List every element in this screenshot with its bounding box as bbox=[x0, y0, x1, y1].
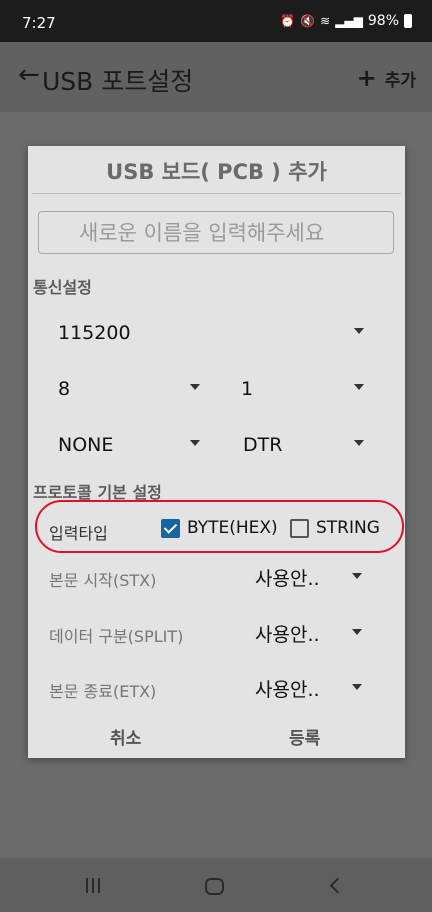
alarm-icon: ⏰ bbox=[280, 14, 296, 28]
dialog-title: USB 보드( PCB ) 추가 bbox=[106, 160, 327, 184]
mute-icon: 🔇 bbox=[300, 14, 316, 28]
add-button[interactable]: + 추가 bbox=[357, 64, 416, 92]
dropdown-arrow-icon bbox=[354, 440, 364, 446]
split-label: 데이터 구분(SPLIT) bbox=[49, 627, 184, 646]
split-spinner[interactable]: 사용안.. bbox=[255, 620, 320, 647]
page-title: USB 포트설정 bbox=[42, 67, 194, 96]
wifi-icon: ≋ bbox=[320, 14, 331, 28]
stx-label: 본문 시작(STX) bbox=[49, 571, 157, 590]
battery-percent: 98% bbox=[367, 13, 399, 29]
arrow-left-icon[interactable]: ← bbox=[18, 60, 40, 90]
parity-value: NONE bbox=[58, 434, 114, 456]
data-bits-spinner[interactable]: 8 bbox=[58, 378, 202, 402]
input-type-label: 입력타입 bbox=[49, 524, 108, 543]
string-label[interactable]: STRING bbox=[316, 518, 380, 538]
status-icons: ⏰ 🔇 ≋ ▂▄▆ 98% bbox=[280, 13, 412, 29]
divider bbox=[32, 193, 401, 194]
baud-rate-value: 115200 bbox=[58, 322, 131, 344]
cancel-button[interactable]: 취소 bbox=[110, 724, 141, 749]
baud-rate-spinner[interactable]: 115200 bbox=[58, 322, 364, 346]
register-button[interactable]: 등록 bbox=[289, 724, 320, 749]
add-usb-board-dialog: USB 보드( PCB ) 추가 통신설정 115200 8 1 NONE DT… bbox=[28, 146, 405, 758]
add-button-label: 추가 bbox=[384, 70, 416, 91]
dropdown-arrow-icon bbox=[190, 440, 200, 446]
dropdown-arrow-icon bbox=[352, 629, 362, 635]
dropdown-arrow-icon bbox=[190, 384, 200, 390]
stx-spinner[interactable]: 사용안.. bbox=[255, 564, 320, 591]
stop-bits-spinner[interactable]: 1 bbox=[241, 378, 365, 402]
plus-icon: + bbox=[356, 64, 377, 92]
data-bits-value: 8 bbox=[58, 378, 71, 400]
comm-settings-heading: 통신설정 bbox=[33, 278, 92, 297]
parity-spinner[interactable]: NONE bbox=[58, 434, 202, 458]
signal-icon: ▂▄▆ bbox=[335, 14, 363, 28]
status-time: 7:27 bbox=[22, 14, 56, 32]
dropdown-arrow-icon bbox=[354, 384, 364, 390]
name-input[interactable] bbox=[38, 211, 394, 254]
app-bar: ← USB 포트설정 + 추가 bbox=[0, 42, 432, 112]
home-icon[interactable] bbox=[205, 878, 224, 895]
string-checkbox[interactable] bbox=[290, 519, 309, 538]
flow-control-value: DTR bbox=[243, 434, 283, 456]
dropdown-arrow-icon bbox=[354, 328, 364, 334]
stop-bits-value: 1 bbox=[241, 378, 254, 400]
byte-hex-checkbox[interactable] bbox=[161, 519, 180, 538]
flow-control-spinner[interactable]: DTR bbox=[243, 434, 365, 458]
byte-hex-label[interactable]: BYTE(HEX) bbox=[187, 518, 278, 538]
etx-spinner[interactable]: 사용안.. bbox=[255, 675, 320, 702]
system-nav-bar bbox=[0, 858, 432, 912]
etx-label: 본문 종료(ETX) bbox=[49, 682, 157, 701]
battery-icon bbox=[404, 14, 412, 28]
dropdown-arrow-icon bbox=[352, 573, 362, 579]
dropdown-arrow-icon bbox=[352, 684, 362, 690]
back-icon[interactable] bbox=[329, 877, 346, 894]
recent-apps-icon[interactable] bbox=[86, 878, 100, 893]
status-bar: 7:27 ⏰ 🔇 ≋ ▂▄▆ 98% bbox=[0, 0, 432, 42]
